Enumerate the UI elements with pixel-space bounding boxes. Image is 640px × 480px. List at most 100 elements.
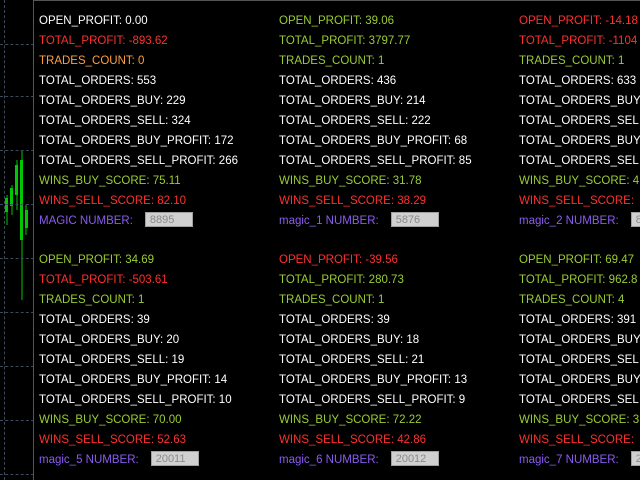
wins-buy-score-label: WINS_BUY_SCORE: 70.00 xyxy=(39,414,182,426)
magic-number-label: magic_2 NUMBER: xyxy=(519,215,619,227)
wins-sell-score-label: WINS_SELL_SCORE: 42.86 xyxy=(279,434,427,446)
total-orders-buy-profit-label: TOTAL_ORDERS_BUY_PROFIT: 172 xyxy=(39,135,234,147)
chart-grid-line xyxy=(0,150,34,151)
total-orders-buy-profit-label: TOTAL_ORDERS_BUY xyxy=(519,135,640,147)
open-profit-label: OPEN_PROFIT: 39.06 xyxy=(279,15,395,27)
candle-body xyxy=(25,210,28,228)
total-orders-buy-profit-label: TOTAL_ORDERS_BUY_PROFIT: 14 xyxy=(39,374,228,386)
total-profit-label: TOTAL_PROFIT: 3797.77 xyxy=(279,35,411,47)
trades-count-label: TRADES_COUNT: 0 xyxy=(39,55,145,67)
total-profit-label: TOTAL_PROFIT: -893.62 xyxy=(39,35,168,47)
candle-body xyxy=(15,165,18,195)
trades-count-label: TRADES_COUNT: 4 xyxy=(519,294,625,306)
total-orders-sell-label: TOTAL_ORDERS_SEL xyxy=(519,115,639,127)
total-orders-sell-profit-label: TOTAL_ORDERS_SELL_PROFIT: 9 xyxy=(279,394,466,406)
magic-number-label: magic_7 NUMBER: xyxy=(519,454,619,466)
magic-number-field[interactable]: 8 xyxy=(630,212,640,228)
total-orders-sell-label: TOTAL_ORDERS_SELL: 222 xyxy=(279,115,431,127)
total-profit-label: TOTAL_PROFIT: 280.73 xyxy=(279,274,404,286)
magic-number-field[interactable]: 20012 xyxy=(390,451,439,467)
wins-sell-score-label: WINS_SELL_SCORE: 82.10 xyxy=(39,195,187,207)
total-orders-buy-label: TOTAL_ORDERS_BUY xyxy=(519,334,640,346)
chart-grid-line xyxy=(0,366,34,367)
total-orders-buy-profit-label: TOTAL_ORDERS_BUY xyxy=(519,374,640,386)
trades-count-label: TRADES_COUNT: 1 xyxy=(519,55,625,67)
total-orders-buy-profit-label: TOTAL_ORDERS_BUY_PROFIT: 68 xyxy=(279,135,468,147)
wins-buy-score-label: WINS_BUY_SCORE: 75.11 xyxy=(39,175,181,187)
price-chart[interactable] xyxy=(0,0,34,480)
open-profit-label: OPEN_PROFIT: 0.00 xyxy=(39,15,148,27)
magic-number-row: magic_6 NUMBER: 20012 xyxy=(279,450,439,470)
magic-number-row: magic_5 NUMBER: 20011 xyxy=(39,450,199,470)
magic-number-row: MAGIC NUMBER: 8895 xyxy=(39,211,193,231)
total-orders-label: TOTAL_ORDERS: 39 xyxy=(39,314,150,326)
total-orders-sell-label: TOTAL_ORDERS_SELL: 21 xyxy=(279,354,425,366)
total-orders-buy-label: TOTAL_ORDERS_BUY: 20 xyxy=(39,334,180,346)
stats-column: OPEN_PROFIT: 39.06 TOTAL_PROFIT: 3797.77 T… xyxy=(279,11,509,231)
magic-number-field[interactable]: 20011 xyxy=(150,451,199,467)
chart-grid-line xyxy=(0,96,34,97)
chart-grid-line xyxy=(0,420,34,421)
total-orders-sell-profit-label: TOTAL_ORDERS_SEL xyxy=(519,394,639,406)
chart-grid-line xyxy=(0,312,34,313)
magic-number-row: magic_2 NUMBER: 8 xyxy=(519,211,640,231)
total-orders-sell-label: TOTAL_ORDERS_SELL: 324 xyxy=(39,115,191,127)
candle-series xyxy=(5,150,28,300)
magic-number-label: MAGIC NUMBER: xyxy=(39,215,133,227)
total-orders-sell-label: TOTAL_ORDERS_SEL xyxy=(519,354,639,366)
total-profit-label: TOTAL_PROFIT: 962.8 xyxy=(519,274,638,286)
chart-grid-line xyxy=(0,204,34,205)
total-profit-label: TOTAL_PROFIT: -1104 xyxy=(519,35,638,47)
wins-buy-score-label: WINS_BUY_SCORE: 3 xyxy=(519,414,640,426)
total-orders-sell-profit-label: TOTAL_ORDERS_SELL_PROFIT: 10 xyxy=(39,394,232,406)
wins-buy-score-label: WINS_BUY_SCORE: 31.78 xyxy=(279,175,422,187)
wins-sell-score-label: WINS_SELL_SCORE: xyxy=(519,434,635,446)
wins-buy-score-label: WINS_BUY_SCORE: 72.22 xyxy=(279,414,422,426)
magic-number-field[interactable]: 2 xyxy=(630,451,640,467)
total-orders-sell-profit-label: TOTAL_ORDERS_SELL_PROFIT: 85 xyxy=(279,155,472,167)
stats-column: OPEN_PROFIT: -14.18 TOTAL_PROFIT: -1104 TR… xyxy=(519,11,640,231)
total-orders-buy-label: TOTAL_ORDERS_BUY: 229 xyxy=(39,95,186,107)
magic-number-field[interactable]: 5876 xyxy=(390,212,439,228)
magic-number-field[interactable]: 8895 xyxy=(144,212,193,228)
chart-grid-line xyxy=(0,474,34,475)
candle-body xyxy=(20,160,23,240)
stats-panel: OPEN_PROFIT: 0.00 TOTAL_PROFIT: -893.62 TR… xyxy=(33,0,640,480)
open-profit-label: OPEN_PROFIT: -14.18 xyxy=(519,15,638,27)
wins-sell-score-label: WINS_SELL_SCORE: xyxy=(519,195,635,207)
open-profit-label: OPEN_PROFIT: -39.56 xyxy=(279,254,398,266)
total-profit-label: TOTAL_PROFIT: -503.61 xyxy=(39,274,168,286)
total-orders-sell-profit-label: TOTAL_ORDERS_SEL xyxy=(519,155,639,167)
wins-sell-score-label: WINS_SELL_SCORE: 52.63 xyxy=(39,434,187,446)
magic-number-row: magic_7 NUMBER: 2 xyxy=(519,450,640,470)
stats-column: OPEN_PROFIT: 0.00 TOTAL_PROFIT: -893.62 TR… xyxy=(39,11,269,231)
chart-grid-line xyxy=(0,258,34,259)
stats-column: OPEN_PROFIT: -39.56 TOTAL_PROFIT: 280.73 T… xyxy=(279,250,509,470)
chart-grid-line xyxy=(0,44,34,45)
open-profit-label: OPEN_PROFIT: 69.47 xyxy=(519,254,635,266)
magic-number-label: magic_1 NUMBER: xyxy=(279,215,379,227)
total-orders-buy-label: TOTAL_ORDERS_BUY: 214 xyxy=(279,95,426,107)
total-orders-sell-label: TOTAL_ORDERS_SELL: 19 xyxy=(39,354,185,366)
wins-buy-score-label: WINS_BUY_SCORE: 4 xyxy=(519,175,640,187)
magic-number-label: magic_5 NUMBER: xyxy=(39,454,139,466)
wins-sell-score-label: WINS_SELL_SCORE: 38.29 xyxy=(279,195,427,207)
open-profit-label: OPEN_PROFIT: 34.69 xyxy=(39,254,155,266)
magic-number-row: magic_1 NUMBER: 5876 xyxy=(279,211,439,231)
trades-count-label: TRADES_COUNT: 1 xyxy=(279,55,385,67)
stats-column: OPEN_PROFIT: 69.47 TOTAL_PROFIT: 962.8 TRA… xyxy=(519,250,640,470)
magic-number-label: magic_6 NUMBER: xyxy=(279,454,379,466)
total-orders-buy-label: TOTAL_ORDERS_BUY: 18 xyxy=(279,334,420,346)
total-orders-buy-profit-label: TOTAL_ORDERS_BUY_PROFIT: 13 xyxy=(279,374,468,386)
stats-column: OPEN_PROFIT: 34.69 TOTAL_PROFIT: -503.61 T… xyxy=(39,250,269,470)
total-orders-sell-profit-label: TOTAL_ORDERS_SELL_PROFIT: 266 xyxy=(39,155,238,167)
total-orders-label: TOTAL_ORDERS: 436 xyxy=(279,75,397,87)
candle-body xyxy=(5,198,8,212)
total-orders-label: TOTAL_ORDERS: 39 xyxy=(279,314,390,326)
total-orders-label: TOTAL_ORDERS: 391 xyxy=(519,314,637,326)
total-orders-label: TOTAL_ORDERS: 633 xyxy=(519,75,637,87)
trades-count-label: TRADES_COUNT: 1 xyxy=(279,294,385,306)
total-orders-buy-label: TOTAL_ORDERS_BUY xyxy=(519,95,640,107)
total-orders-label: TOTAL_ORDERS: 553 xyxy=(39,75,157,87)
trades-count-label: TRADES_COUNT: 1 xyxy=(39,294,145,306)
